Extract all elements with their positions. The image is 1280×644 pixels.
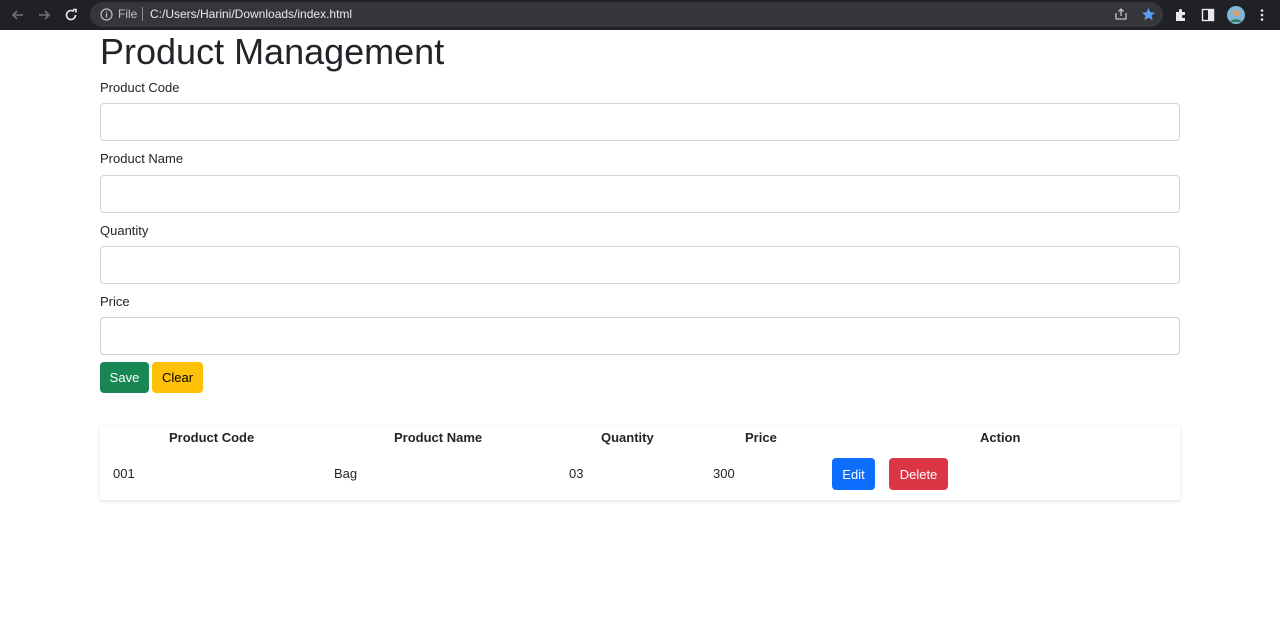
kebab-menu-icon [1260,9,1264,21]
forward-arrow-icon [39,10,51,20]
product-name-label: Product Name [100,151,184,166]
back-arrow-icon [11,10,23,20]
products-table: Product Code Product Name Quantity Price… [100,426,1180,500]
file-scheme-label: File [118,7,138,21]
price-input[interactable] [100,317,1180,355]
quantity-input[interactable] [100,246,1180,284]
save-button[interactable]: Save [100,362,149,393]
share-icon [1115,8,1127,20]
delete-button[interactable]: Delete [889,458,948,490]
forward-button[interactable] [34,5,54,25]
header-product-code: Product Code [169,430,255,445]
product-code-input[interactable] [100,103,1180,141]
cell-product-code: 001 [113,466,135,481]
omnibox-divider [142,7,143,21]
bookmark-button[interactable] [1138,4,1158,24]
puzzle-piece-icon [1176,9,1185,21]
cell-product-name: Bag [334,466,358,481]
cell-quantity: 03 [569,466,584,481]
profile-avatar-button[interactable] [1226,5,1246,25]
bookmark-star-icon [1141,7,1155,20]
reload-icon [65,8,77,21]
share-button[interactable] [1111,4,1131,24]
header-action: Action [980,430,1021,445]
side-panel-icon [1201,8,1215,22]
product-code-label: Product Code [100,80,180,95]
cell-price: 300 [713,466,735,481]
url-text[interactable]: C:/Users/Harini/Downloads/index.html [150,7,352,21]
address-bar[interactable]: File C:/Users/Harini/Downloads/index.htm… [90,2,1163,27]
header-quantity: Quantity [601,430,654,445]
clear-button[interactable]: Clear [152,362,203,393]
back-button[interactable] [8,5,28,25]
product-name-input[interactable] [100,175,1180,213]
menu-button[interactable] [1252,5,1272,25]
side-panel-button[interactable] [1198,5,1218,25]
price-label: Price [100,294,130,309]
info-icon[interactable] [100,8,113,21]
avatar-icon [1227,6,1245,24]
header-product-name: Product Name [394,430,483,445]
header-price: Price [745,430,777,445]
edit-button[interactable]: Edit [832,458,875,490]
extensions-button[interactable] [1171,5,1191,25]
page-title: Product Management [100,31,445,72]
reload-button[interactable] [61,5,81,25]
browser-toolbar: File C:/Users/Harini/Downloads/index.htm… [0,0,1280,30]
quantity-label: Quantity [100,223,149,238]
